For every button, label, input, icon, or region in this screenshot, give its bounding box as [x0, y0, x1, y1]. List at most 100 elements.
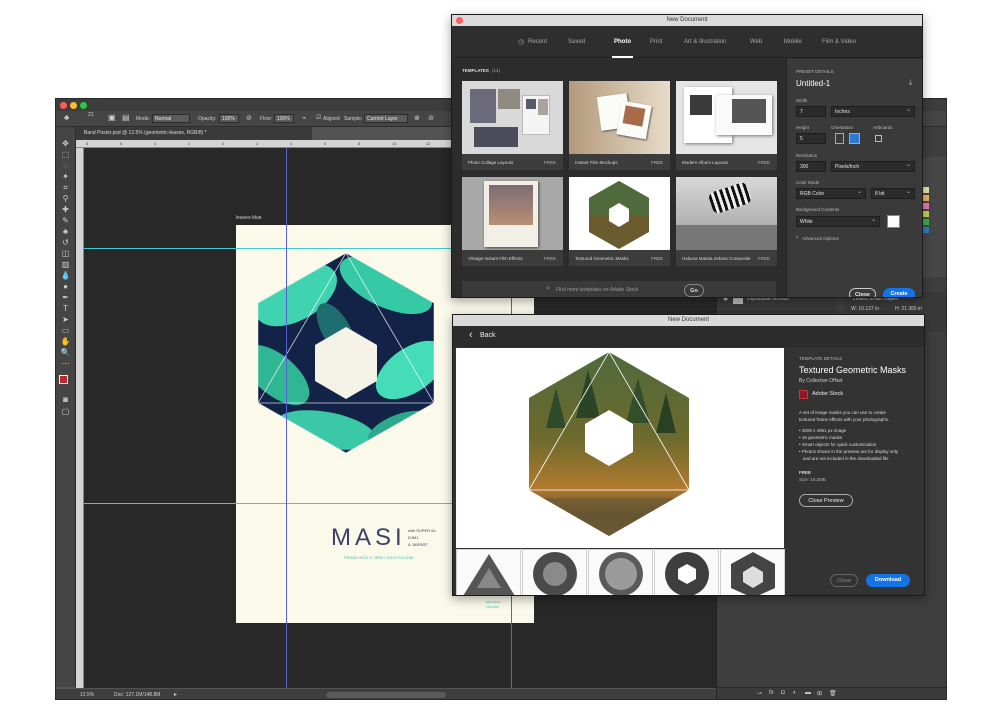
- tab-recent[interactable]: Recent: [528, 26, 547, 58]
- back-button[interactable]: Back: [480, 332, 496, 339]
- download-button[interactable]: Download: [866, 574, 910, 587]
- save-preset-icon[interactable]: ⤓: [909, 79, 912, 87]
- swatch[interactable]: [923, 219, 929, 225]
- template-card[interactable]: Instant Film Mockups FREE: [569, 81, 670, 170]
- mask-thumbnail[interactable]: [654, 549, 719, 595]
- lasso-tool-icon[interactable]: ◌: [60, 161, 71, 171]
- artboard-label[interactable]: leaves-blue: [236, 215, 262, 221]
- opacity-input[interactable]: 100%: [219, 114, 239, 123]
- blur-tool-icon[interactable]: 💧: [60, 271, 71, 281]
- mask-thumbnail[interactable]: [720, 549, 785, 595]
- close-button[interactable]: Close: [849, 288, 876, 297]
- swatch[interactable]: [923, 227, 929, 233]
- aligned-checkbox[interactable]: ☑: [316, 114, 321, 121]
- background-color-swatch[interactable]: [887, 215, 900, 228]
- pen-tool-icon[interactable]: ✒: [60, 293, 71, 303]
- mask-thumbnail[interactable]: [588, 549, 653, 595]
- document-name[interactable]: Untitled-1: [796, 79, 830, 88]
- background-contents-select[interactable]: White: [796, 215, 880, 227]
- clone-source-icon[interactable]: ▤: [122, 113, 130, 122]
- chevron-right-icon[interactable]: ›: [796, 235, 798, 241]
- template-card[interactable]: Vintage Instant Film Effects FREE: [462, 177, 563, 266]
- zoom-tool-icon[interactable]: 🔍: [60, 348, 71, 358]
- document-tab[interactable]: Band Poster.psd @ 12.5% (geometric-leave…: [76, 127, 312, 140]
- close-window-icon[interactable]: [60, 102, 67, 109]
- mask-thumbnail[interactable]: [522, 549, 587, 595]
- swatch[interactable]: [923, 211, 929, 217]
- pressure-opacity-icon[interactable]: ⊘: [246, 114, 252, 122]
- horizontal-scrollbar[interactable]: [326, 692, 446, 698]
- tab-mobile[interactable]: Mobile: [784, 26, 802, 58]
- color-mode-select[interactable]: RGB Color: [796, 187, 866, 199]
- quick-mask-icon[interactable]: ◙: [60, 395, 71, 405]
- pressure-size-icon[interactable]: ⊘: [428, 114, 434, 122]
- tab-art-illustration[interactable]: Art & Illustration: [684, 26, 726, 58]
- resolution-input[interactable]: 300: [796, 161, 826, 172]
- swatch[interactable]: [923, 187, 929, 193]
- advanced-options-toggle[interactable]: Advanced Options: [802, 236, 839, 241]
- height-input[interactable]: 5: [796, 133, 826, 144]
- gradient-tool-icon[interactable]: ▥: [60, 260, 71, 270]
- new-layer-icon[interactable]: ⊞: [817, 690, 822, 697]
- tab-saved[interactable]: Saved: [568, 26, 585, 58]
- brush-size[interactable]: 21: [88, 112, 94, 118]
- eyedropper-tool-icon[interactable]: ⚲: [60, 194, 71, 204]
- brush-tool-icon[interactable]: ✎: [60, 216, 71, 226]
- template-card[interactable]: Photo Collage Layouts FREE: [462, 81, 563, 170]
- hand-tool-icon[interactable]: ✋: [60, 337, 71, 347]
- magic-wand-tool-icon[interactable]: ✦: [60, 172, 71, 182]
- template-card[interactable]: Hakuna Matata Zebras Composite FREE: [676, 177, 777, 266]
- trash-icon[interactable]: 🗑: [829, 690, 837, 697]
- mode-select[interactable]: Normal: [152, 114, 190, 123]
- create-button[interactable]: Create: [883, 288, 915, 297]
- portrait-orientation-icon[interactable]: [835, 133, 844, 144]
- status-menu-icon[interactable]: ▸: [174, 689, 177, 699]
- shape-tool-icon[interactable]: ▭: [60, 326, 71, 336]
- mask-icon[interactable]: ◘: [781, 690, 785, 696]
- tab-film-video[interactable]: Film & Video: [822, 26, 856, 58]
- healing-brush-tool-icon[interactable]: ✚: [60, 205, 71, 215]
- mask-thumbnail[interactable]: [456, 549, 521, 595]
- eraser-tool-icon[interactable]: ◫: [60, 249, 71, 259]
- marquee-tool-icon[interactable]: ⬚: [60, 150, 71, 160]
- group-icon[interactable]: ▬: [805, 690, 811, 696]
- resolution-unit-select[interactable]: Pixels/Inch: [831, 160, 915, 172]
- chevron-left-icon[interactable]: ‹: [469, 329, 473, 341]
- brush-panel-icon[interactable]: ▣: [108, 113, 116, 122]
- flow-input[interactable]: 100%: [274, 114, 294, 123]
- artboards-checkbox[interactable]: [875, 135, 882, 142]
- landscape-orientation-icon[interactable]: [849, 133, 860, 144]
- more-tools-icon[interactable]: ⋯: [60, 359, 71, 369]
- screen-mode-icon[interactable]: ▢: [60, 407, 71, 417]
- template-card[interactable]: Textured Geometric Masks FREE: [569, 177, 670, 266]
- close-button[interactable]: Close: [830, 574, 858, 587]
- clone-stamp-tool-icon[interactable]: ♣: [60, 227, 71, 237]
- guide-vertical[interactable]: [286, 148, 287, 688]
- airbrush-icon[interactable]: ⌁: [302, 114, 306, 122]
- stamp-tool-icon[interactable]: ♣: [64, 113, 69, 122]
- swatch[interactable]: [923, 195, 929, 201]
- width-input[interactable]: 7: [796, 106, 826, 117]
- close-preview-button[interactable]: Close Preview: [799, 494, 853, 507]
- go-button[interactable]: Go: [684, 284, 704, 297]
- type-tool-icon[interactable]: T: [60, 304, 71, 314]
- link-layers-icon[interactable]: ⊸: [757, 690, 762, 697]
- zoom-level[interactable]: 12.5%: [80, 689, 94, 699]
- width-unit-select[interactable]: Inches: [831, 105, 915, 117]
- tab-print[interactable]: Print: [650, 26, 662, 58]
- zoom-window-icon[interactable]: [80, 102, 87, 109]
- swatch[interactable]: [923, 203, 929, 209]
- stock-search-placeholder[interactable]: Find more templates on Adobe Stock: [556, 287, 638, 293]
- close-dialog-icon[interactable]: [456, 17, 463, 24]
- sample-select[interactable]: Current Layer: [364, 114, 408, 123]
- path-selection-tool-icon[interactable]: ➤: [60, 315, 71, 325]
- crop-tool-icon[interactable]: ⌗: [60, 183, 71, 193]
- tab-web[interactable]: Web: [750, 26, 762, 58]
- history-brush-tool-icon[interactable]: ↺: [60, 238, 71, 248]
- move-tool-icon[interactable]: ✥: [60, 139, 71, 149]
- tab-photo[interactable]: Photo: [612, 26, 633, 58]
- bit-depth-select[interactable]: 8 bit: [871, 187, 915, 199]
- dodge-tool-icon[interactable]: ●: [60, 282, 71, 292]
- ignore-adjustment-icon[interactable]: ⊗: [414, 114, 420, 122]
- foreground-color-swatch[interactable]: [59, 375, 68, 384]
